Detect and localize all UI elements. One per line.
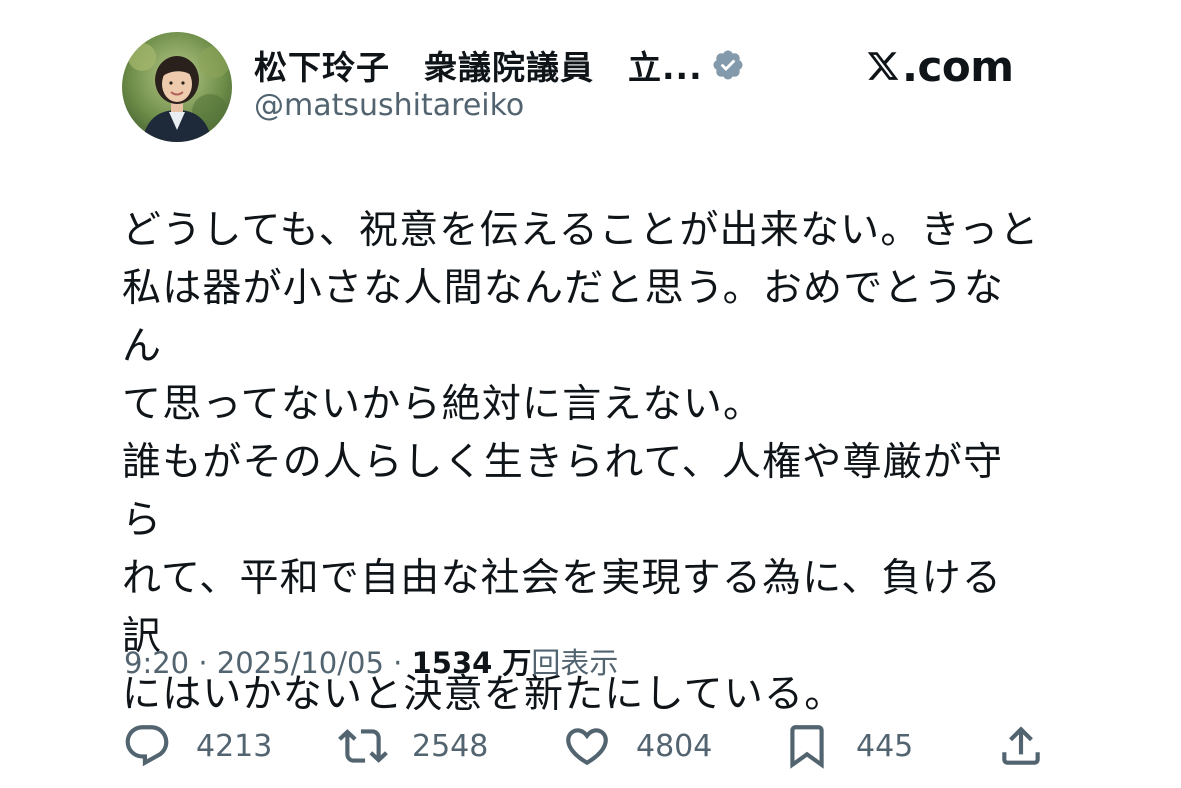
meta-separator: ·: [393, 646, 403, 680]
repost-button[interactable]: 2548: [338, 718, 488, 774]
repost-count: 2548: [412, 728, 489, 764]
action-bar: 4213 2548 4804 445: [122, 718, 1052, 774]
x-com-logo: .com: [866, 38, 1014, 94]
views-count: 1534 万: [411, 646, 532, 680]
meta-separator: ·: [198, 646, 208, 680]
profile-photo: [122, 32, 232, 142]
x-logo-icon: [866, 49, 900, 83]
repost-icon: [338, 721, 388, 771]
tweet-date[interactable]: 2025/10/05: [217, 646, 384, 680]
verified-badge-icon: [711, 48, 745, 82]
author-display-name[interactable]: 松下玲子 衆議院議員 立...: [254, 41, 703, 89]
bookmark-icon: [782, 721, 832, 771]
reply-count: 4213: [196, 728, 273, 764]
tweet-time[interactable]: 9:20: [124, 646, 189, 680]
heart-icon: [562, 721, 612, 771]
bookmark-button[interactable]: 445: [782, 718, 913, 774]
author-handle[interactable]: @matsushitareiko: [254, 88, 524, 123]
like-button[interactable]: 4804: [562, 718, 712, 774]
reply-icon: [122, 721, 172, 771]
author-name-row[interactable]: 松下玲子 衆議院議員 立...: [254, 40, 745, 90]
like-count: 4804: [636, 728, 713, 764]
domain-text: .com: [902, 41, 1014, 91]
reply-button[interactable]: 4213: [122, 718, 272, 774]
share-button[interactable]: [996, 718, 1046, 774]
views-label: 回表示: [531, 646, 619, 680]
share-icon: [996, 721, 1046, 771]
bookmark-count: 445: [856, 728, 914, 764]
tweet-meta: 9:20 · 2025/10/05 · 1534 万回表示: [124, 640, 618, 682]
avatar[interactable]: [122, 32, 232, 142]
